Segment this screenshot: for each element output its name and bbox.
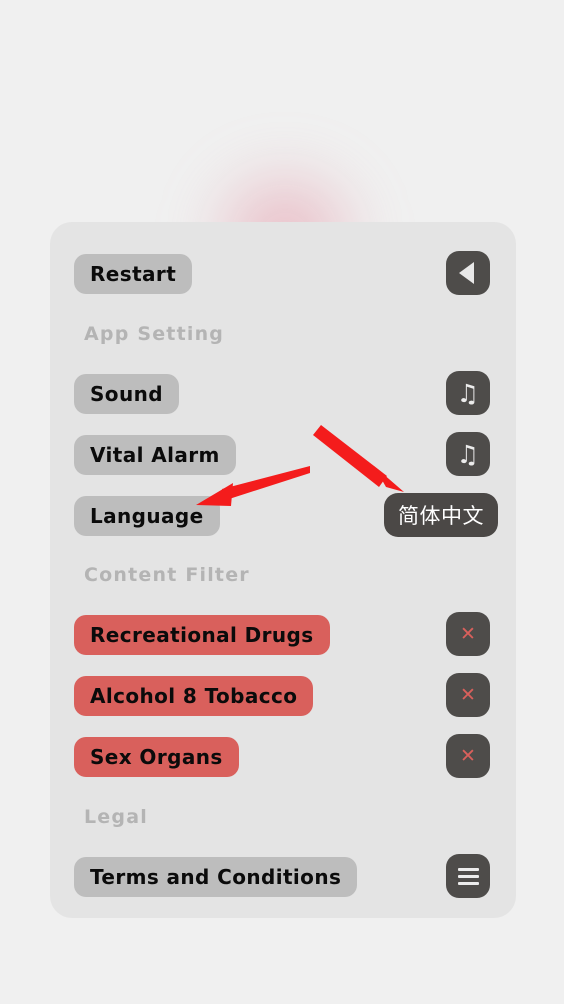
- music-note-icon: ♫: [456, 378, 480, 408]
- close-x-icon: ✕: [460, 683, 476, 706]
- language-label[interactable]: Language: [74, 496, 220, 536]
- music-note-icon: ♫: [456, 439, 480, 469]
- sound-label[interactable]: Sound: [74, 374, 179, 414]
- alcohol-tobacco-label[interactable]: Alcohol 8 Tobacco: [74, 676, 314, 716]
- terms-and-conditions-label[interactable]: Terms and Conditions: [74, 857, 358, 897]
- language-value-button[interactable]: 简体中文: [384, 493, 498, 537]
- terms-and-conditions-menu-button[interactable]: [446, 854, 490, 898]
- hamburger-menu-icon: [457, 867, 479, 885]
- restart-button[interactable]: Restart: [74, 254, 193, 294]
- section-title-app-setting: App Setting: [84, 323, 225, 345]
- vital-alarm-label[interactable]: Vital Alarm: [74, 435, 236, 475]
- recreational-drugs-remove-button[interactable]: ✕: [446, 612, 490, 656]
- recreational-drugs-label[interactable]: Recreational Drugs: [74, 615, 330, 655]
- section-title-content-filter: Content Filter: [84, 564, 250, 586]
- alcohol-tobacco-remove-button[interactable]: ✕: [446, 673, 490, 717]
- settings-card: Restart App Setting Sound ♫ Vital Alarm …: [50, 222, 516, 918]
- vital-alarm-toggle-button[interactable]: ♫: [446, 432, 490, 476]
- close-x-icon: ✕: [460, 622, 476, 645]
- section-title-legal: Legal: [84, 806, 148, 828]
- sex-organs-label[interactable]: Sex Organs: [74, 737, 239, 777]
- close-x-icon: ✕: [460, 744, 476, 767]
- sex-organs-remove-button[interactable]: ✕: [446, 734, 490, 778]
- back-triangle-icon: [459, 262, 474, 284]
- back-button[interactable]: [446, 251, 490, 295]
- sound-toggle-button[interactable]: ♫: [446, 371, 490, 415]
